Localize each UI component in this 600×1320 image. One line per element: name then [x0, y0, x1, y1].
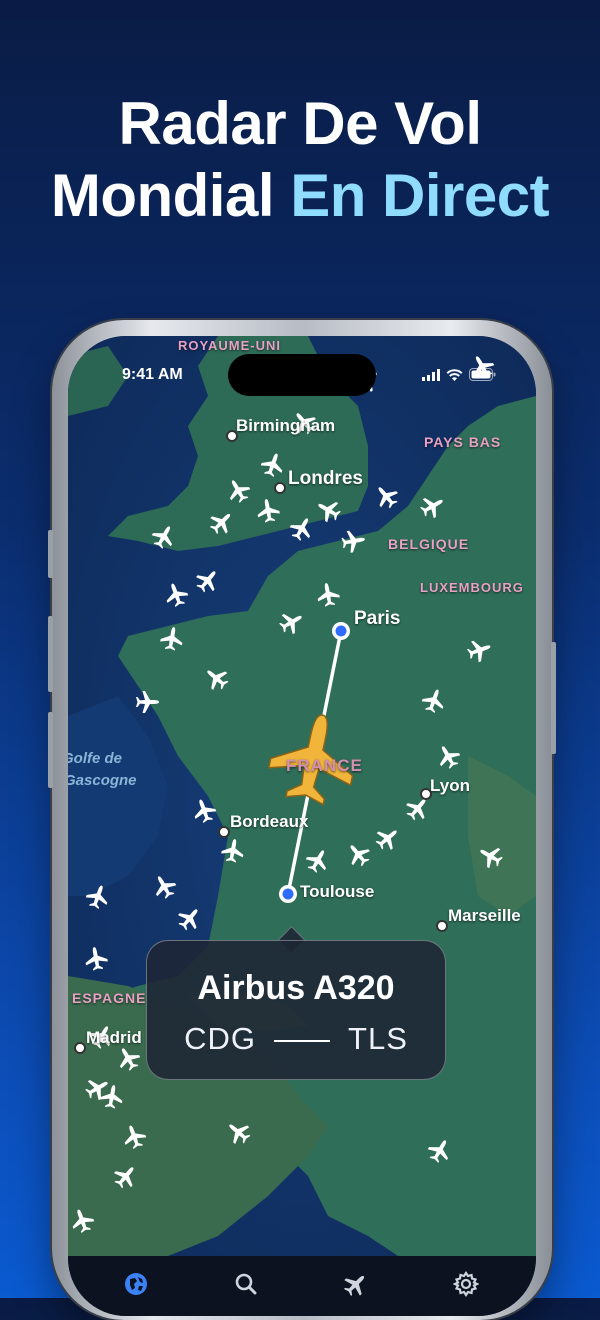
- tab-bar: [68, 1256, 536, 1316]
- tab-map[interactable]: [118, 1266, 154, 1302]
- country-label-netherlands: PAYS BAS: [424, 434, 502, 450]
- headline-line-1: Radar De Vol: [118, 90, 483, 157]
- city-label-bordeaux: Bordeaux: [230, 812, 309, 831]
- volume-down-button: [48, 712, 53, 788]
- origin-code: CDG: [184, 1021, 257, 1056]
- sea-label-line-1: Golfe de: [68, 750, 123, 767]
- tab-flights[interactable]: [338, 1266, 374, 1302]
- phone-screen: Birmingham Londres Paris Bordeaux Lyon T…: [68, 336, 536, 1316]
- country-label-spain: ESPAGNE: [72, 990, 147, 1006]
- tab-settings[interactable]: [448, 1266, 484, 1302]
- aircraft-model: Airbus A320: [197, 969, 395, 1007]
- flight-info-card[interactable]: Airbus A320 CDG TLS: [146, 940, 446, 1080]
- country-label-belgium: BELGIQUE: [388, 536, 470, 552]
- system-icons: [422, 368, 496, 381]
- city-label-birmingham: Birmingham: [236, 416, 336, 435]
- destination-code: TLS: [348, 1021, 408, 1056]
- signal-icon: [422, 368, 440, 381]
- headline: Radar De Vol Mondial En Direct: [0, 88, 600, 232]
- city-label-madrid: Madrid: [86, 1028, 142, 1047]
- search-icon: [235, 1273, 257, 1295]
- flight-route: CDG TLS: [147, 1021, 445, 1057]
- route-divider: [274, 1039, 331, 1042]
- status-bar: 9:41 AM: [68, 336, 536, 396]
- city-label-lyon: Lyon: [430, 776, 470, 795]
- status-time: 9:41 AM: [122, 366, 183, 383]
- country-label-france: FRANCE: [286, 756, 363, 775]
- wifi-icon: [446, 368, 463, 381]
- city-label-london: Londres: [288, 468, 363, 489]
- headline-plain: Mondial: [50, 162, 275, 229]
- city-dot-bordeaux: [218, 826, 230, 838]
- headline-accent: En Direct: [290, 162, 550, 229]
- city-dot-madrid: [74, 1042, 86, 1054]
- plane-icon: [343, 1275, 365, 1297]
- city-label-marseille: Marseille: [448, 906, 521, 925]
- city-label-paris: Paris: [354, 608, 401, 629]
- battery-icon: [469, 368, 496, 381]
- phone-frame: Birmingham Londres Paris Bordeaux Lyon T…: [48, 320, 556, 1320]
- city-label-toulouse: Toulouse: [300, 882, 375, 901]
- headline-line-2: Mondial En Direct: [0, 160, 600, 232]
- gear-icon: [453, 1271, 479, 1297]
- city-dot-london: [274, 482, 286, 494]
- city-dot-marseille: [436, 920, 448, 932]
- globe-icon: [125, 1273, 147, 1295]
- country-label-luxembourg: LUXEMBOURG: [420, 580, 524, 595]
- dynamic-island: [228, 354, 376, 396]
- power-button: [551, 642, 556, 754]
- tab-search[interactable]: [228, 1266, 264, 1302]
- volume-up-button: [48, 616, 53, 692]
- sea-label-line-2: Gascogne: [68, 772, 137, 789]
- mute-switch: [48, 530, 53, 578]
